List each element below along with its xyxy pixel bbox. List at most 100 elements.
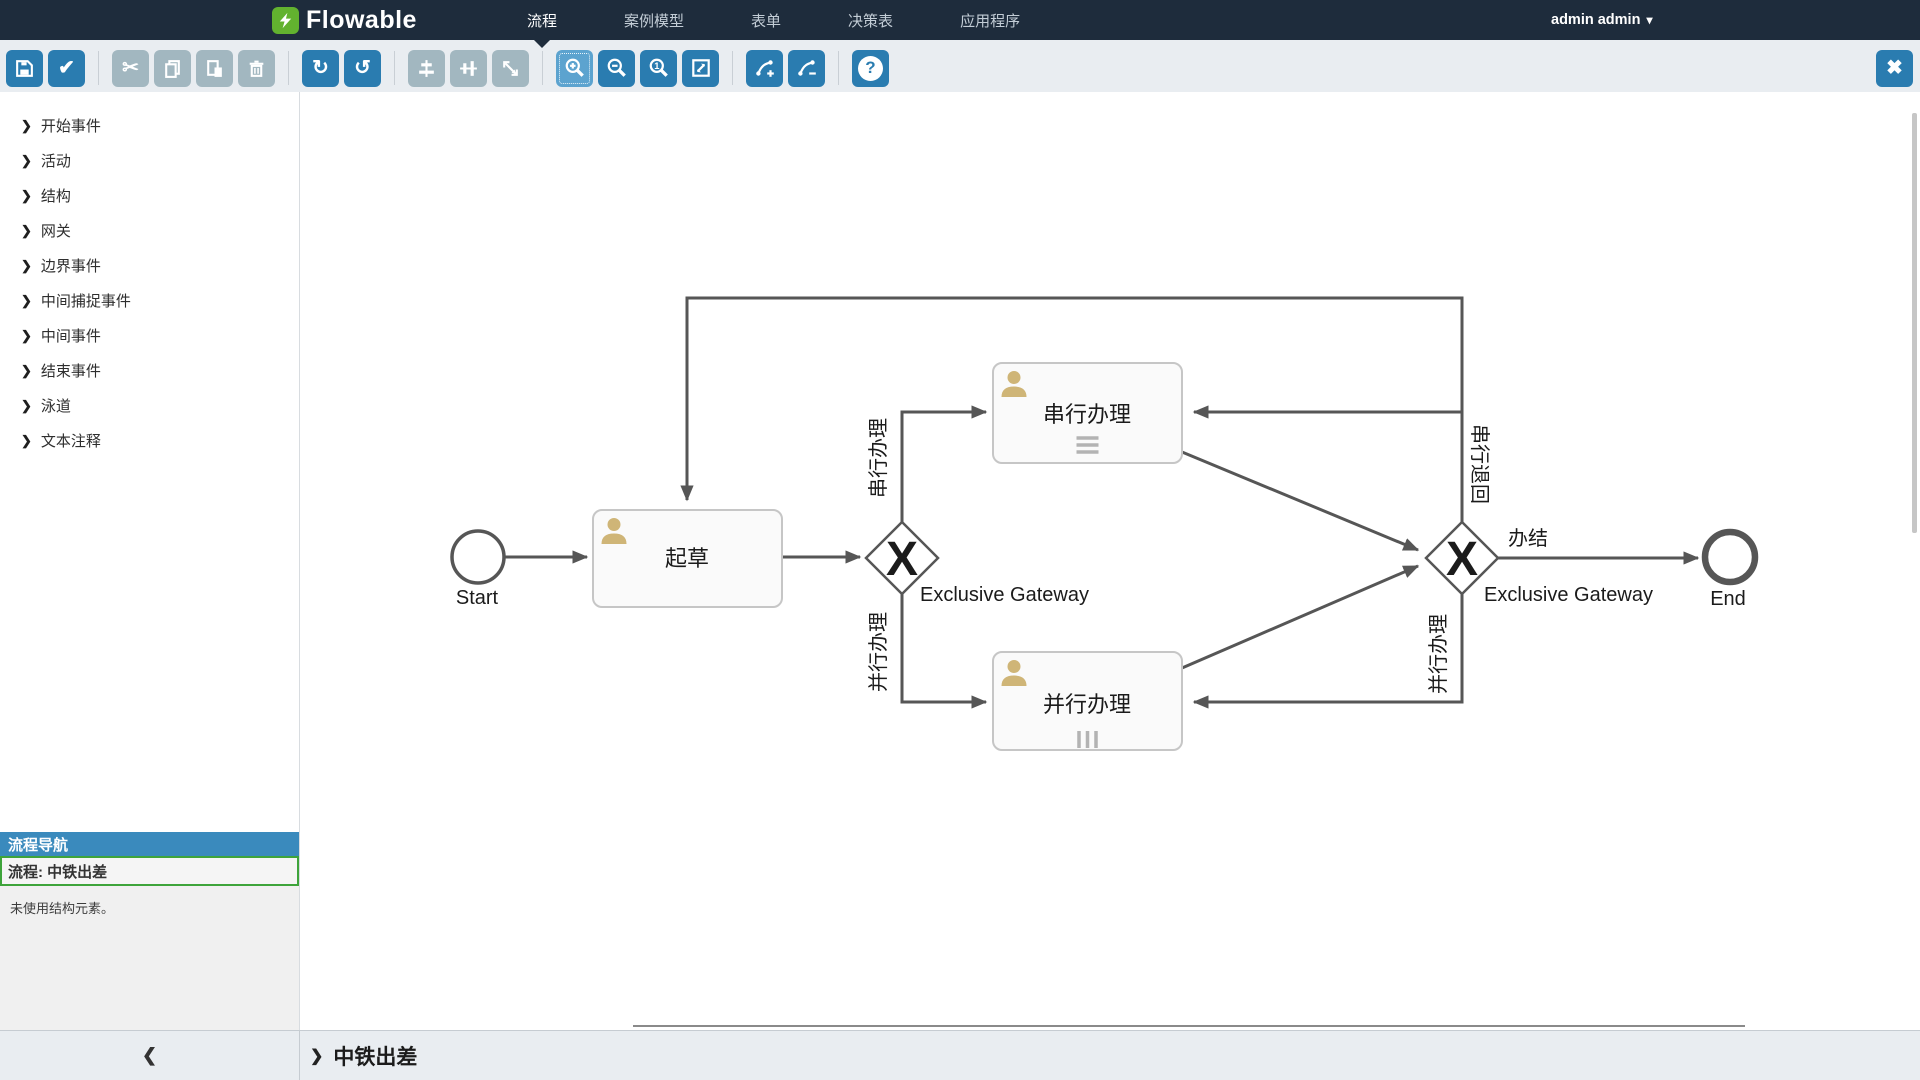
- flow-parallel-to-gateway2[interactable]: [1182, 566, 1418, 668]
- menu-item-apps[interactable]: 应用程序: [960, 0, 1020, 40]
- paste-button[interactable]: [196, 50, 233, 87]
- undo-button[interactable]: ↺: [344, 50, 381, 87]
- zoom-actual-button[interactable]: 1: [640, 50, 677, 87]
- chevron-right-icon: ❯: [310, 1046, 323, 1066]
- vertical-scrollbar-thumb[interactable]: [1912, 113, 1917, 533]
- close-editor-button[interactable]: ✖: [1876, 50, 1913, 87]
- start-event-node[interactable]: [452, 531, 504, 583]
- palette-group-structural[interactable]: ❯ 结构: [0, 178, 299, 213]
- toolbar-separator: [542, 51, 543, 85]
- diagram-canvas[interactable]: 串行办理 并行办理 串行退回 并行办理 办结 Start 起草 X Exclus…: [300, 92, 1920, 1030]
- palette-group-label: 结构: [41, 185, 71, 206]
- chevron-right-icon: ❯: [21, 328, 32, 344]
- bendpoint-minus-icon: [796, 57, 818, 79]
- copy-icon: [162, 58, 183, 79]
- zoom-out-button[interactable]: [598, 50, 635, 87]
- cut-button[interactable]: ✂: [112, 50, 149, 87]
- menu-item-case-models[interactable]: 案例模型: [624, 0, 684, 40]
- palette-group-text-annotation[interactable]: ❯ 文本注释: [0, 423, 299, 458]
- brand-text: Flowable: [306, 6, 417, 35]
- chevron-right-icon: ❯: [21, 118, 32, 134]
- toolbar-separator: [98, 51, 99, 85]
- chevron-right-icon: ❯: [21, 433, 32, 449]
- top-navbar: Flowable 流程 案例模型 表单 决策表 应用程序 admin admin…: [0, 0, 1920, 40]
- bendpoint-plus-icon: [754, 57, 776, 79]
- scissors-icon: ✂: [122, 58, 139, 78]
- palette-group-start-events[interactable]: ❯ 开始事件: [0, 108, 299, 143]
- edge-label-serial: 串行办理: [867, 418, 890, 498]
- same-size-icon: [500, 58, 521, 79]
- edge-label-serial-return: 串行退回: [1468, 424, 1491, 504]
- zoom-fit-button[interactable]: [682, 50, 719, 87]
- navigator-header: 流程导航: [0, 832, 299, 856]
- close-x-icon: ✖: [1886, 58, 1903, 78]
- palette-group-label: 泳道: [41, 395, 71, 416]
- validate-button[interactable]: ✔: [48, 50, 85, 87]
- delete-button[interactable]: [238, 50, 275, 87]
- redo-arrow-icon: ↻: [312, 58, 329, 78]
- redo-button[interactable]: ↻: [302, 50, 339, 87]
- align-horizontal-icon: [458, 58, 479, 79]
- collapse-sidebar-button[interactable]: ❮: [142, 1045, 157, 1066]
- menu-item-forms[interactable]: 表单: [751, 0, 781, 40]
- edge-label-finish: 办结: [1508, 527, 1548, 550]
- chevron-down-icon: ▾: [1646, 13, 1652, 27]
- undo-arrow-icon: ↺: [354, 58, 371, 78]
- align-vertical-button[interactable]: [408, 50, 445, 87]
- flowable-brand[interactable]: Flowable: [272, 0, 417, 40]
- menu-item-processes[interactable]: 流程: [527, 0, 557, 40]
- palette-group-intermediate-events[interactable]: ❯ 中间事件: [0, 318, 299, 353]
- help-button[interactable]: ?: [852, 50, 889, 87]
- palette-group-end-events[interactable]: ❯ 结束事件: [0, 353, 299, 388]
- toolbar-separator: [732, 51, 733, 85]
- navigator-current-process[interactable]: 流程: 中铁出差: [0, 856, 299, 886]
- menu-item-decision-tables[interactable]: 决策表: [848, 0, 893, 40]
- gateway-x-glyph: X: [886, 533, 918, 586]
- process-navigator-panel: 流程导航 流程: 中铁出差 未使用结构元素。: [0, 832, 299, 1030]
- floppy-icon: [14, 58, 35, 79]
- task-parallel-label: 并行办理: [1043, 692, 1131, 717]
- flow-serial-to-gateway2[interactable]: [1182, 452, 1418, 550]
- chevron-right-icon: ❯: [21, 293, 32, 309]
- palette-group-boundary-events[interactable]: ❯ 边界事件: [0, 248, 299, 283]
- copy-button[interactable]: [154, 50, 191, 87]
- bottom-bar: ❮ ❯ 中铁出差: [0, 1030, 1920, 1080]
- same-size-button[interactable]: [492, 50, 529, 87]
- edge-label-parallel-back: 并行办理: [1427, 614, 1450, 694]
- add-bendpoint-button[interactable]: [746, 50, 783, 87]
- chevron-right-icon: ❯: [21, 188, 32, 204]
- user-menu[interactable]: admin admin ▾: [1551, 0, 1652, 40]
- flow-gateway2-back-to-parallel[interactable]: [1194, 594, 1462, 702]
- flow-gateway1-to-parallel[interactable]: [902, 594, 986, 702]
- palette-group-intermediate-catching-events[interactable]: ❯ 中间捕捉事件: [0, 283, 299, 318]
- chevron-right-icon: ❯: [21, 258, 32, 274]
- zoom-in-button[interactable]: [556, 50, 593, 87]
- flow-gateway1-to-serial[interactable]: [902, 412, 986, 522]
- main-menu: 流程 案例模型 表单 决策表 应用程序: [527, 0, 1020, 40]
- palette-group-label: 中间捕捉事件: [41, 290, 131, 311]
- palette-group-activities[interactable]: ❯ 活动: [0, 143, 299, 178]
- edge-label-parallel: 并行办理: [867, 612, 890, 692]
- bpmn-diagram: 串行办理 并行办理 串行退回 并行办理 办结 Start 起草 X Exclus…: [300, 92, 1920, 1030]
- save-button[interactable]: [6, 50, 43, 87]
- user-name: admin admin: [1551, 12, 1640, 28]
- end-event-node[interactable]: [1705, 532, 1755, 582]
- remove-bendpoint-button[interactable]: [788, 50, 825, 87]
- palette-group-label: 结束事件: [41, 360, 101, 381]
- exclusive-gateway-1-label: Exclusive Gateway: [920, 584, 1089, 606]
- palette-group-label: 开始事件: [41, 115, 101, 136]
- align-horizontal-button[interactable]: [450, 50, 487, 87]
- palette-group-label: 文本注释: [41, 430, 101, 451]
- palette-group-label: 活动: [41, 150, 71, 171]
- chevron-right-icon: ❯: [21, 363, 32, 379]
- palette-group-swimlanes[interactable]: ❯ 泳道: [0, 388, 299, 423]
- palette-group-gateways[interactable]: ❯ 网关: [0, 213, 299, 248]
- chevron-right-icon: ❯: [21, 153, 32, 169]
- process-title[interactable]: 中铁出差: [333, 1041, 417, 1071]
- task-draft-label: 起草: [665, 546, 709, 571]
- gateway-x-glyph: X: [1446, 533, 1478, 586]
- palette-group-label: 边界事件: [41, 255, 101, 276]
- end-event-label: End: [1710, 588, 1746, 610]
- breadcrumb: ❯ 中铁出差: [300, 1031, 417, 1080]
- sidebar-footer: ❮: [0, 1031, 300, 1080]
